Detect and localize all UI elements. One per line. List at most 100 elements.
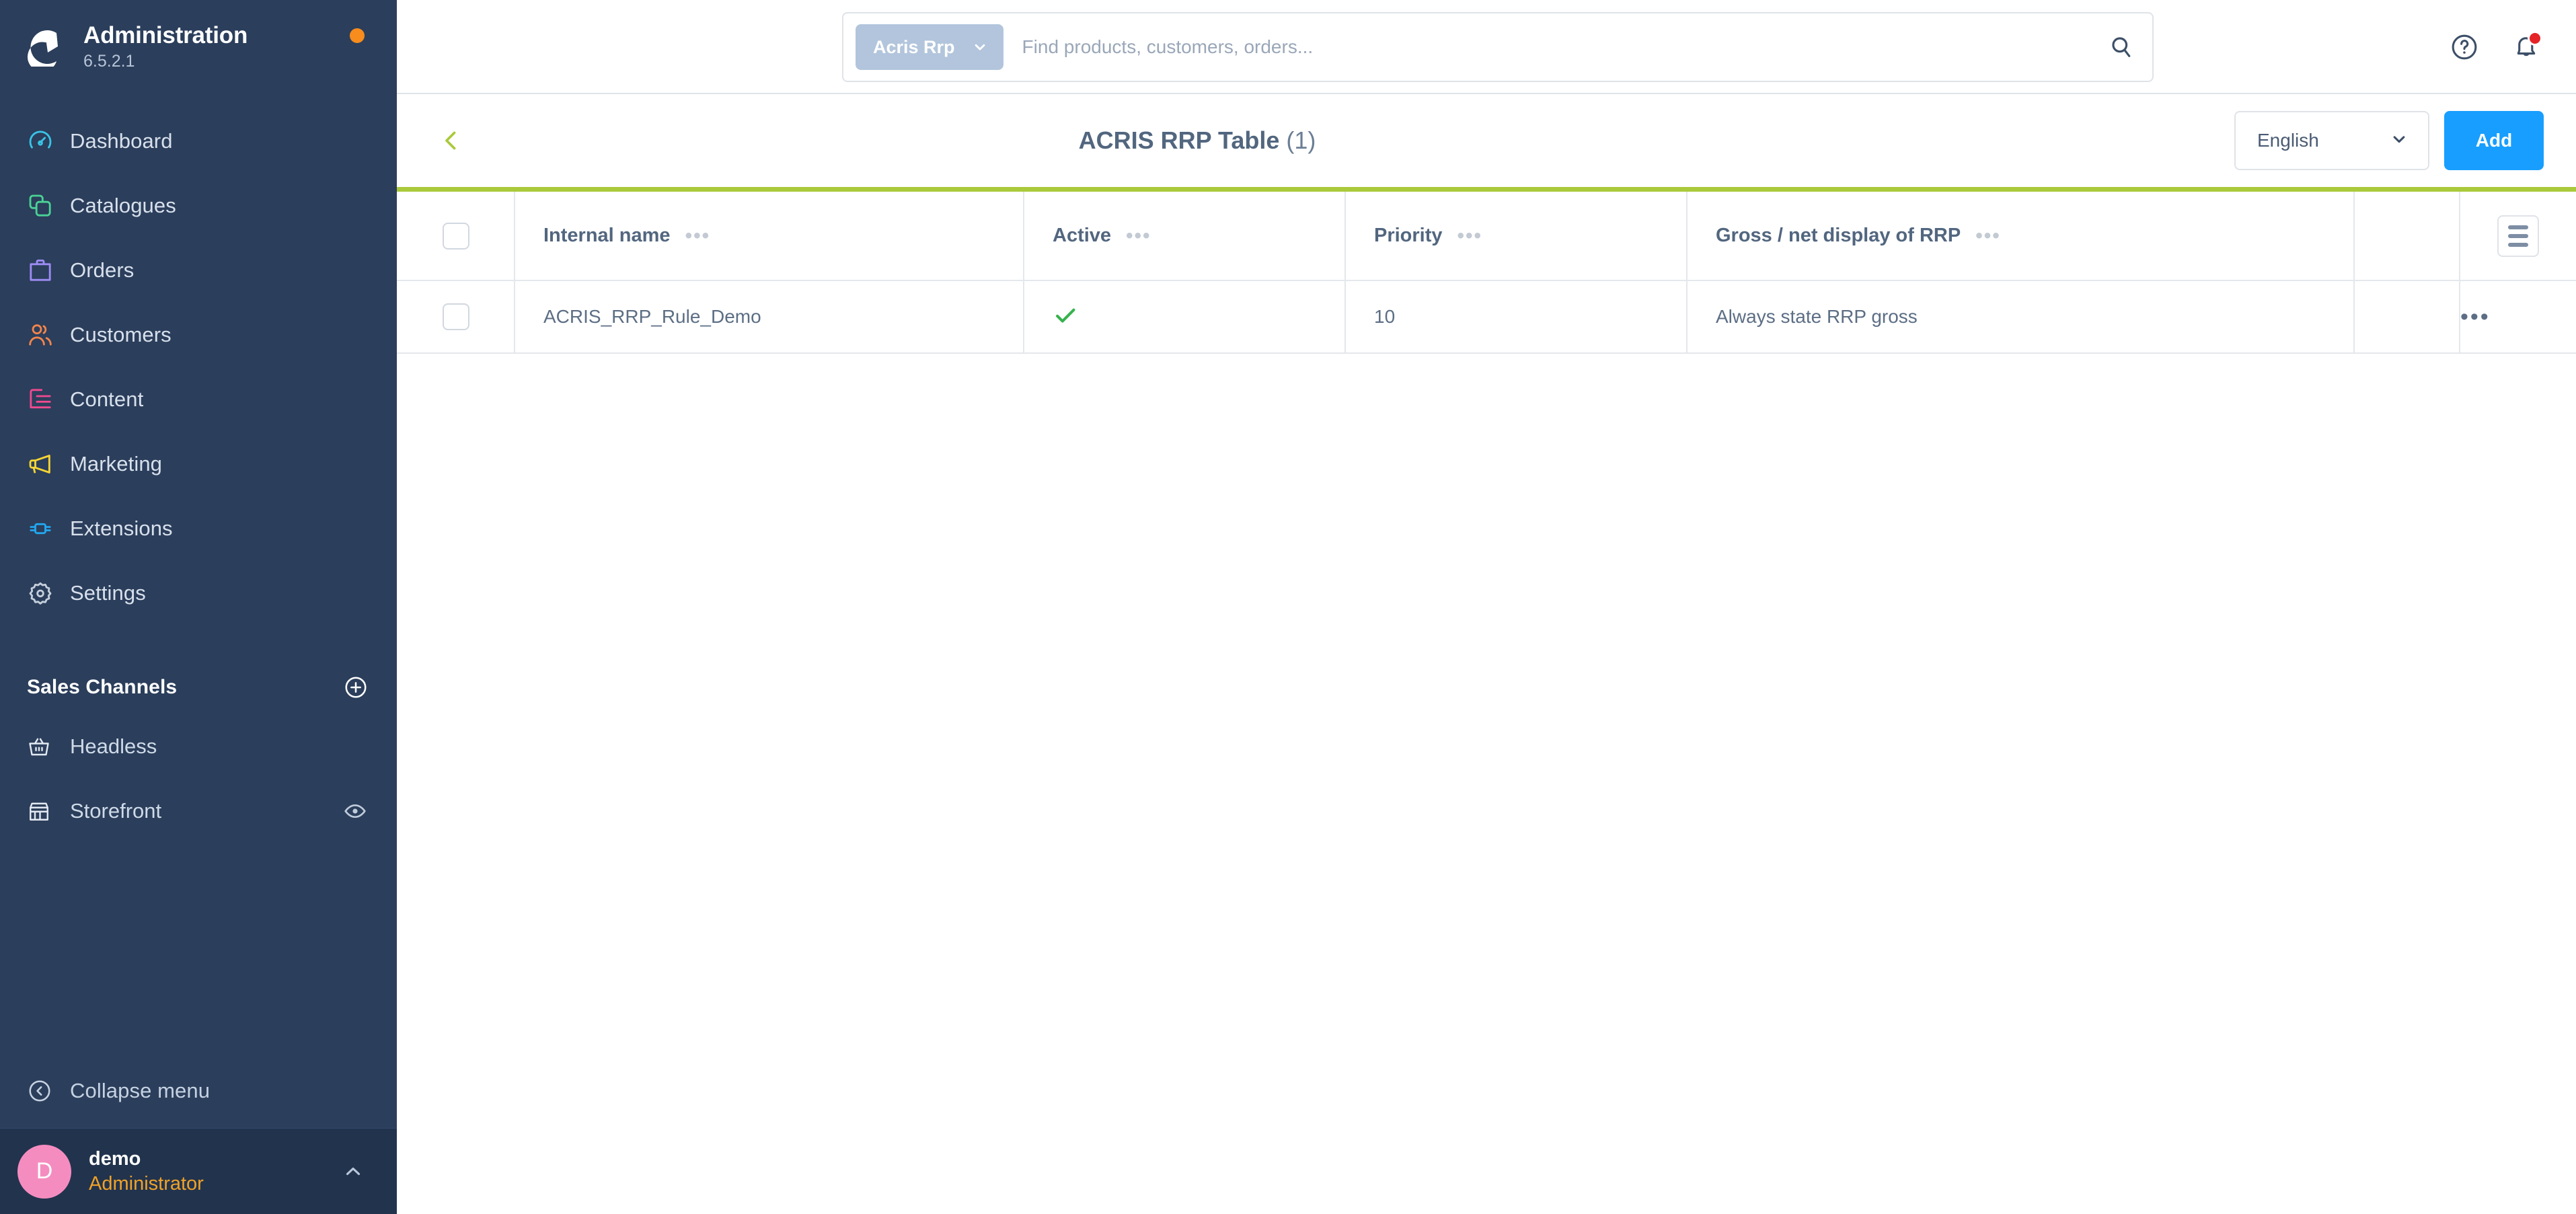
- sidebar-item-label: Settings: [70, 581, 146, 605]
- row-context-menu-cell: •••: [2460, 280, 2576, 353]
- cell-value: ACRIS_RRP_Rule_Demo: [543, 306, 761, 327]
- sidebar-item-catalogues[interactable]: Catalogues: [0, 174, 397, 238]
- sidebar-item-label: Customers: [70, 323, 172, 346]
- acris-rrp-table: Internal name ••• Active ••• Priority ••…: [397, 192, 2576, 354]
- eye-icon[interactable]: [343, 799, 367, 823]
- sidebar-item-orders[interactable]: Orders: [0, 238, 397, 303]
- sidebar-item-label: Catalogues: [70, 194, 176, 217]
- sidebar-nav: Dashboard Catalogues Orders Customers Co…: [0, 94, 397, 625]
- ellipsis-icon[interactable]: •••: [2460, 304, 2491, 330]
- shopware-logo-icon: [23, 25, 67, 69]
- topbar: Acris Rrp: [397, 0, 2576, 94]
- column-header-label: Gross / net display of RRP: [1716, 225, 1961, 246]
- sidebar-item-label: Content: [70, 387, 144, 411]
- sales-channels-title: Sales Channels: [27, 676, 178, 698]
- admin-application: Administration 6.5.2.1 Dashboard Catalog…: [0, 0, 2576, 1214]
- sidebar-item-label: Orders: [70, 258, 135, 282]
- sidebar-item-extensions[interactable]: Extensions: [0, 496, 397, 561]
- sidebar-item-label: Extensions: [70, 517, 173, 540]
- sidebar-item-dashboard[interactable]: Dashboard: [0, 109, 397, 174]
- collapse-menu-label: Collapse menu: [70, 1079, 211, 1102]
- dashboard-icon: [27, 128, 66, 155]
- cell-internal-name: ACRIS_RRP_Rule_Demo: [515, 280, 1024, 353]
- language-select-label: English: [2257, 130, 2319, 151]
- ellipsis-icon[interactable]: •••: [1457, 225, 1483, 246]
- user-profile-button[interactable]: D demo Administrator: [0, 1128, 397, 1214]
- sidebar-channel-label: Headless: [70, 734, 157, 758]
- help-circle-icon[interactable]: [2450, 32, 2479, 62]
- sales-channels-section-header: Sales Channels: [0, 660, 397, 714]
- sidebar: Administration 6.5.2.1 Dashboard Catalog…: [0, 0, 397, 1214]
- page-title-text: ACRIS RRP Table: [1078, 126, 1280, 154]
- chevron-down-icon: [2389, 129, 2409, 153]
- sidebar-item-settings[interactable]: Settings: [0, 561, 397, 625]
- sidebar-item-headless[interactable]: Headless: [0, 714, 397, 779]
- user-role: Administrator: [89, 1172, 204, 1194]
- column-header-label: Internal name: [543, 225, 671, 246]
- ellipsis-icon[interactable]: •••: [1126, 225, 1151, 246]
- sidebar-item-storefront[interactable]: Storefront: [0, 779, 397, 843]
- sidebar-item-content[interactable]: Content: [0, 367, 397, 432]
- notification-badge: [2528, 31, 2542, 46]
- table-row[interactable]: ACRIS_RRP_Rule_Demo 10 Always state RRP …: [397, 280, 2576, 353]
- data-grid: Internal name ••• Active ••• Priority ••…: [397, 192, 2576, 1214]
- table-head: Internal name ••• Active ••• Priority ••…: [397, 192, 2576, 280]
- cell-gross-net: Always state RRP gross: [1687, 280, 2355, 353]
- table-settings-icon[interactable]: [2497, 215, 2539, 257]
- sidebar-item-label: Marketing: [70, 452, 163, 476]
- bell-icon[interactable]: [2511, 31, 2542, 62]
- add-button[interactable]: Add: [2444, 111, 2544, 170]
- ellipsis-icon[interactable]: •••: [685, 225, 711, 246]
- sidebar-channel-label: Storefront: [70, 799, 162, 823]
- content-icon: [27, 386, 66, 413]
- select-all-checkbox[interactable]: [443, 222, 469, 250]
- orders-icon: [27, 257, 66, 284]
- search-input[interactable]: [1022, 36, 2101, 58]
- user-name: demo: [89, 1148, 141, 1170]
- collapse-left-icon: [27, 1078, 66, 1104]
- topbar-actions: [2450, 31, 2542, 62]
- search-icon[interactable]: [2101, 34, 2142, 60]
- column-header-active[interactable]: Active •••: [1024, 192, 1346, 280]
- accent-line: [397, 187, 2576, 192]
- gear-icon: [27, 580, 66, 607]
- table-body: ACRIS_RRP_Rule_Demo 10 Always state RRP …: [397, 280, 2576, 353]
- language-select[interactable]: English: [2234, 111, 2429, 170]
- basket-icon: [27, 734, 65, 759]
- search-scope-label: Acris Rrp: [873, 36, 955, 57]
- chevron-up-icon[interactable]: [342, 1160, 365, 1183]
- column-header-internal-name[interactable]: Internal name •••: [515, 192, 1024, 280]
- column-header-priority[interactable]: Priority •••: [1345, 192, 1688, 280]
- sidebar-item-marketing[interactable]: Marketing: [0, 432, 397, 496]
- search-scope-selector[interactable]: Acris Rrp: [856, 24, 1003, 70]
- sidebar-item-customers[interactable]: Customers: [0, 303, 397, 367]
- cell-spacer: [2354, 280, 2460, 353]
- sidebar-brand[interactable]: Administration 6.5.2.1: [0, 0, 397, 94]
- column-header-label: Active: [1053, 225, 1112, 246]
- select-all-cell: [397, 192, 515, 280]
- collapse-menu-button[interactable]: Collapse menu: [0, 1054, 397, 1128]
- main-area: Acris Rrp Find products, customers, orde…: [397, 0, 2576, 1214]
- cell-active: [1024, 280, 1346, 353]
- row-checkbox[interactable]: [443, 303, 469, 330]
- global-search-bar[interactable]: Acris Rrp: [842, 12, 2154, 82]
- check-icon: [1053, 308, 1078, 331]
- marketing-icon: [27, 451, 66, 478]
- chevron-left-icon[interactable]: [430, 120, 472, 161]
- column-header-gross-net[interactable]: Gross / net display of RRP •••: [1687, 192, 2355, 280]
- cell-value: 10: [1374, 306, 1396, 327]
- ellipsis-icon[interactable]: •••: [1975, 225, 2001, 246]
- page-header-actions: English Add: [2234, 111, 2544, 170]
- avatar: D: [17, 1144, 71, 1199]
- page-header: ACRIS RRP Table (1) English Add: [397, 94, 2576, 187]
- table-settings-cell: [2460, 192, 2576, 280]
- plus-circle-icon[interactable]: [343, 675, 369, 700]
- row-select-cell: [397, 280, 515, 353]
- cell-value: Always state RRP gross: [1716, 306, 1918, 327]
- catalogues-icon: [27, 192, 66, 219]
- page-title-count: (1): [1286, 126, 1316, 154]
- sidebar-item-label: Dashboard: [70, 129, 173, 153]
- storefront-icon: [27, 799, 65, 823]
- table-header-row: Internal name ••• Active ••• Priority ••…: [397, 192, 2576, 280]
